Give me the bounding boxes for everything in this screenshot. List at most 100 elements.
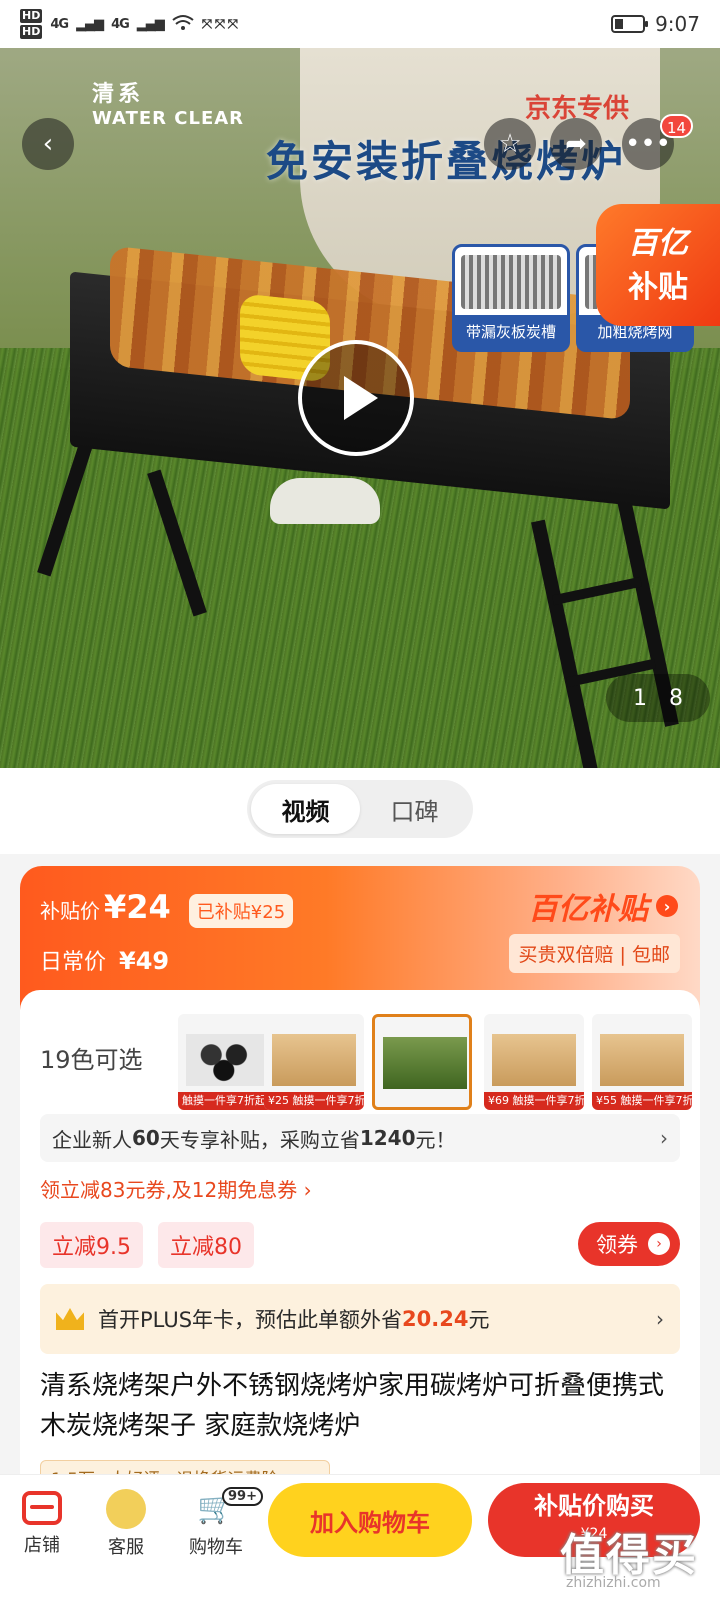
feature-card-ash-tray: 带漏灰板炭槽 (452, 244, 570, 352)
program-name: 百亿补贴 (528, 892, 648, 927)
enterprise-text-post: 元！ (415, 1127, 456, 1152)
signal-bars-1-icon: ▂▄▆ (76, 16, 104, 32)
variant-selector[interactable]: 19色可选 触摸一件享7折起 ¥25 触摸一件享7折起 ¥69 触摸一件享7折起… (20, 1004, 700, 1110)
variant-thumb-selected[interactable] (372, 1014, 472, 1110)
get-coupon-button[interactable]: 领券 › (578, 1222, 680, 1266)
enterprise-text-pre: 企业新人 (52, 1127, 132, 1152)
signal-bars-2-icon: ▂▄▆ (136, 16, 165, 32)
status-bar: HD HD 4G ▂▄▆ 4G ▂▄▆ ⤧ ⤧ ⤧ 9:07 (0, 0, 720, 48)
chevron-left-icon: ‹ (42, 129, 54, 159)
back-button[interactable]: ‹ (22, 118, 74, 170)
store-label: 店铺 (24, 1535, 60, 1556)
coupon-offer-link[interactable]: 领立减83元券,及12期免息券 › (40, 1174, 312, 1203)
subsidy-price-label: 补贴价 (40, 899, 100, 923)
status-right: 9:07 (611, 12, 700, 36)
pager-total: 8 (669, 685, 683, 711)
image-pager: 1 8 (606, 674, 710, 722)
watermark-url: zhizhizhi.com (566, 1575, 661, 1591)
service-label: 客服 (108, 1537, 144, 1558)
cart-count-badge: 99+ (222, 1487, 263, 1506)
box-image (600, 1034, 684, 1086)
chevron-right-icon: › (648, 1233, 670, 1255)
tab-video[interactable]: 视频 (251, 784, 360, 834)
plus-membership-bar[interactable]: 首开PLUS年卡，预估此单额外省 20.24 元 › (40, 1284, 680, 1354)
product-title: 清系烧烤架户外不锈钢烧烤炉家用碳烤炉可折叠便携式木炭烧烤架子 家庭款烧烤炉 (40, 1371, 665, 1441)
brand-logo: 清系 WATER CLEAR (92, 76, 244, 129)
battery-icon (611, 15, 649, 33)
buy-now-label: 补贴价购买 (534, 1492, 654, 1520)
variant-price-strip: ¥25 触摸一件享7折起 (264, 1092, 364, 1110)
variant-thumb[interactable]: ¥69 触摸一件享7折起 (484, 1014, 584, 1110)
variant-thumb[interactable]: 触摸一件享7折起 (178, 1014, 278, 1110)
daily-price-label: 日常价 (40, 950, 107, 975)
chevron-right-icon: › (656, 895, 678, 917)
discount-chip[interactable]: 立减9.5 (40, 1222, 143, 1268)
cart-button[interactable]: 🛒 99+ 购物车 (176, 1487, 263, 1559)
enterprise-offer-bar[interactable]: 企业新人 60 天专享补贴，采购立省 1240 元！ › (40, 1114, 680, 1162)
customer-service-button[interactable]: 客服 (86, 1489, 166, 1559)
box-image (272, 1034, 356, 1086)
status-left: HD HD 4G ▂▄▆ 4G ▂▄▆ ⤧ ⤧ ⤧ (20, 8, 238, 40)
signal-2-label: 4G (111, 16, 130, 32)
variant-price-strip: 触摸一件享7折起 (178, 1092, 278, 1110)
program-link[interactable]: 百亿补贴 › (528, 884, 678, 928)
hd-2-label: HD (20, 25, 43, 39)
enterprise-text-mid: 天专享补贴，采购立省 (159, 1127, 360, 1152)
variant-thumb[interactable]: ¥25 触摸一件享7折起 (264, 1014, 364, 1110)
cart-label: 购物车 (189, 1537, 243, 1558)
feature-label: 带漏灰板炭槽 (455, 315, 567, 349)
hd-1-label: HD (20, 9, 43, 23)
brand-name-en: WATER CLEAR (92, 108, 245, 129)
variant-price-strip: ¥69 触摸一件享7折起 (484, 1092, 584, 1110)
product-info-panel: 19色可选 触摸一件享7折起 ¥25 触摸一件享7折起 ¥69 触摸一件享7折起… (20, 990, 700, 1500)
plus-text: 首开PLUS年卡，预估此单额外省 (98, 1308, 403, 1332)
get-coupon-label: 领券 (596, 1233, 638, 1257)
notification-icons: ⤧ ⤧ ⤧ (201, 16, 238, 32)
store-button[interactable]: 店铺 (2, 1489, 82, 1557)
variant-thumb[interactable]: ¥55 触摸一件享7折起 (592, 1014, 692, 1110)
favorite-button[interactable]: ☆ (484, 118, 536, 170)
enterprise-amount: 1240 (359, 1126, 416, 1150)
daily-price-row: 日常价 ¥49 (40, 944, 169, 976)
customer-service-icon (106, 1489, 146, 1529)
product-image-carousel[interactable]: 清系 WATER CLEAR 京东专供 免安装折叠烧烤炉 ‹ ☆ ➦ ••• 1… (0, 48, 720, 768)
coal-image (186, 1034, 270, 1086)
variant-count-label: 19色可选 (40, 1046, 143, 1074)
chevron-right-icon: › (656, 1307, 664, 1331)
box-image (492, 1034, 576, 1086)
enterprise-days: 60 (132, 1126, 160, 1150)
guarantee-tag: 买贵双倍赔 | 包邮 (508, 934, 680, 973)
plus-amount: 20.24 (402, 1307, 469, 1331)
clock: 9:07 (655, 12, 700, 36)
daily-price-amount: ¥49 (119, 947, 170, 975)
ash-tray-image (461, 255, 561, 309)
tab-reviews[interactable]: 口碑 (360, 784, 469, 834)
bottom-action-bar: 店铺 客服 🛒 99+ 购物车 加入购物车 补贴价购买 ¥24 值得买 zhiz… (0, 1474, 720, 1600)
store-icon (22, 1491, 62, 1525)
grill-image (383, 1037, 467, 1089)
message-count-badge: 14 (660, 114, 694, 138)
media-tabs-bar: 视频 口碑 (0, 768, 720, 854)
wifi-icon (172, 14, 194, 35)
watermark: 值得买 (560, 1530, 698, 1581)
discount-chip[interactable]: 立减80 (158, 1222, 254, 1268)
add-to-cart-button[interactable]: 加入购物车 (268, 1483, 472, 1557)
product-detail-page: HD HD 4G ▂▄▆ 4G ▂▄▆ ⤧ ⤧ ⤧ 9:07 清系 WATER … (0, 0, 720, 1600)
share-button[interactable]: ➦ (550, 118, 602, 170)
play-video-button[interactable] (298, 340, 414, 456)
subsidy-price-amount: ¥24 (104, 888, 171, 926)
plus-unit: 元 (468, 1308, 490, 1332)
subsidized-tag: 已补贴¥25 (188, 894, 294, 928)
brand-name-cn: 清系 (92, 82, 145, 107)
signal-1-label: 4G (50, 16, 69, 32)
variant-price-strip: ¥55 触摸一件享7折起 (592, 1092, 692, 1110)
subsidy-badge: 百亿 补贴 (596, 204, 720, 326)
subsidy-badge-line1: 百亿 (628, 226, 688, 261)
share-icon: ➦ (565, 129, 587, 159)
hd-indicator: HD HD (20, 8, 43, 40)
chevron-right-icon: › (660, 1126, 668, 1150)
subsidy-price-row: 补贴价 ¥24 已补贴¥25 (40, 888, 294, 928)
star-icon: ☆ (498, 129, 522, 159)
media-tabs: 视频 口碑 (247, 780, 473, 838)
hero-shoe (270, 478, 380, 524)
